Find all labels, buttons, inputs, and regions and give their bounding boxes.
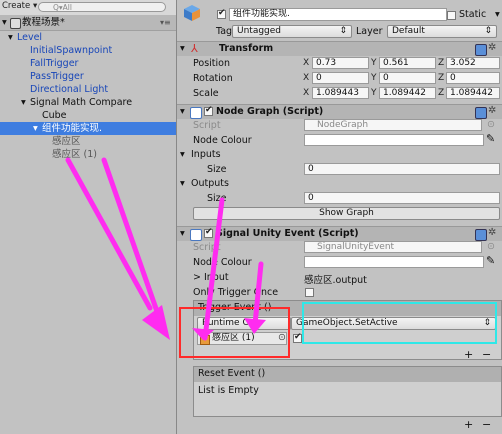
magenta-arrow-line: [202, 197, 225, 341]
annotation-overlay: [65, 157, 497, 358]
cyan-highlight-box: [302, 302, 497, 344]
magenta-arrow-line: [252, 261, 264, 327]
magenta-arrows: [65, 157, 264, 341]
magenta-arrowhead: [244, 318, 266, 334]
magenta-arrow-line: [65, 157, 153, 311]
magenta-arrowhead: [142, 305, 170, 340]
magenta-arrowhead: [192, 328, 214, 340]
